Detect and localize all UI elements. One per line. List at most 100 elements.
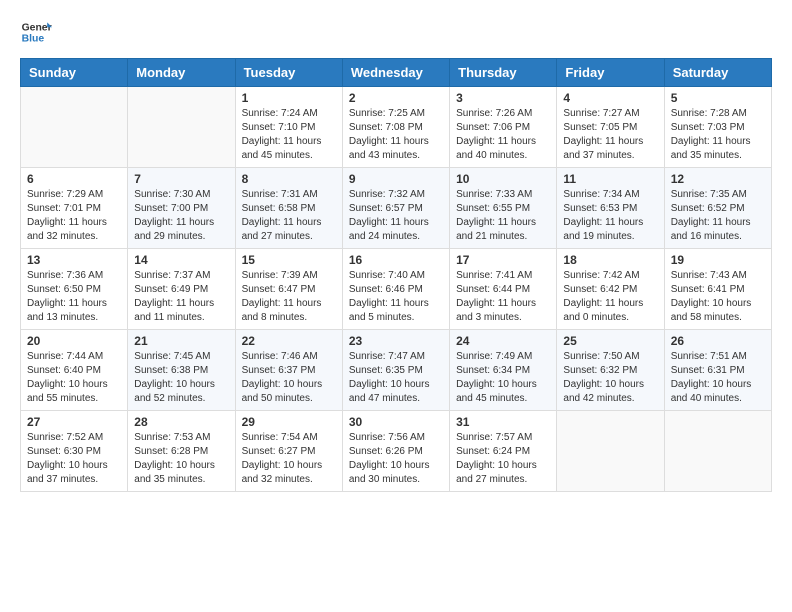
day-number: 15: [242, 253, 336, 267]
day-cell: 20Sunrise: 7:44 AMSunset: 6:40 PMDayligh…: [21, 330, 128, 411]
day-info: Sunrise: 7:40 AMSunset: 6:46 PMDaylight:…: [349, 269, 443, 325]
day-info: Sunrise: 7:28 AMSunset: 7:03 PMDaylight:…: [671, 107, 765, 163]
day-cell: 12 Sunrise: 7:35 AMSunset: 6:52 PMDayligh…: [664, 168, 771, 249]
day-number: 9: [349, 172, 443, 186]
day-info: Sunrise: 7:41 AMSunset: 6:44 PMDaylight:…: [456, 269, 550, 325]
day-number: 29: [242, 415, 336, 429]
day-info: Sunrise: 7:50 AMSunset: 6:32 PMDaylight:…: [563, 350, 657, 406]
day-info: Sunrise: 7:56 AMSunset: 6:26 PMDaylight:…: [349, 431, 443, 487]
day-cell: 2Sunrise: 7:25 AMSunset: 7:08 PMDaylight…: [342, 87, 449, 168]
day-info: Sunrise: 7:34 AMSunset: 6:53 PMDaylight:…: [563, 188, 657, 244]
day-number: 7: [134, 172, 228, 186]
col-header-tuesday: Tuesday: [235, 59, 342, 87]
day-number: 14: [134, 253, 228, 267]
day-number: 8: [242, 172, 336, 186]
day-info: Sunrise: 7:33 AMSunset: 6:55 PMDaylight:…: [456, 188, 550, 244]
week-row-5: 27 Sunrise: 7:52 AMSunset: 6:30 PMDayligh…: [21, 411, 772, 492]
day-number: 28: [134, 415, 228, 429]
day-info: Sunrise: 7:51 AMSunset: 6:31 PMDaylight:…: [671, 350, 765, 406]
day-number: 13: [27, 253, 121, 267]
day-number: 26: [671, 334, 765, 348]
day-info: Sunrise: 7:39 AMSunset: 6:47 PMDaylight:…: [242, 269, 336, 325]
day-number: 27: [27, 415, 121, 429]
day-info: Sunrise: 7:47 AMSunset: 6:35 PMDaylight:…: [349, 350, 443, 406]
calendar: SundayMondayTuesdayWednesdayThursdayFrid…: [20, 58, 772, 492]
day-info: Sunrise: 7:36 AMSunset: 6:50 PMDaylight:…: [27, 269, 121, 325]
day-cell: 24Sunrise: 7:49 AMSunset: 6:34 PMDayligh…: [450, 330, 557, 411]
day-cell: 16 Sunrise: 7:40 AMSunset: 6:46 PMDayligh…: [342, 249, 449, 330]
day-cell: 11 Sunrise: 7:34 AMSunset: 6:53 PMDayligh…: [557, 168, 664, 249]
day-number: 12: [671, 172, 765, 186]
day-number: 31: [456, 415, 550, 429]
day-cell: 14 Sunrise: 7:37 AMSunset: 6:49 PMDayligh…: [128, 249, 235, 330]
day-number: 10: [456, 172, 550, 186]
day-info: Sunrise: 7:52 AMSunset: 6:30 PMDaylight:…: [27, 431, 121, 487]
day-cell: 6Sunrise: 7:29 AMSunset: 7:01 PMDaylight…: [21, 168, 128, 249]
logo: General Blue: [20, 16, 52, 48]
col-header-friday: Friday: [557, 59, 664, 87]
day-number: 23: [349, 334, 443, 348]
day-cell: 17Sunrise: 7:41 AMSunset: 6:44 PMDayligh…: [450, 249, 557, 330]
day-cell: 7 Sunrise: 7:30 AMSunset: 7:00 PMDaylight…: [128, 168, 235, 249]
page: General Blue SundayMondayTuesdayWednesda…: [0, 0, 792, 512]
day-cell: 13 Sunrise: 7:36 AMSunset: 6:50 PMDayligh…: [21, 249, 128, 330]
day-info: Sunrise: 7:43 AMSunset: 6:41 PMDaylight:…: [671, 269, 765, 325]
day-number: 19: [671, 253, 765, 267]
day-info: Sunrise: 7:35 AMSunset: 6:52 PMDaylight:…: [671, 188, 765, 244]
day-info: Sunrise: 7:37 AMSunset: 6:49 PMDaylight:…: [134, 269, 228, 325]
day-info: Sunrise: 7:26 AMSunset: 7:06 PMDaylight:…: [456, 107, 550, 163]
day-number: 22: [242, 334, 336, 348]
day-number: 6: [27, 172, 121, 186]
day-cell: 5 Sunrise: 7:28 AMSunset: 7:03 PMDaylight…: [664, 87, 771, 168]
day-cell: 18 Sunrise: 7:42 AMSunset: 6:42 PMDayligh…: [557, 249, 664, 330]
day-cell: [128, 87, 235, 168]
day-info: Sunrise: 7:32 AMSunset: 6:57 PMDaylight:…: [349, 188, 443, 244]
day-info: Sunrise: 7:57 AMSunset: 6:24 PMDaylight:…: [456, 431, 550, 487]
day-cell: [664, 411, 771, 492]
day-cell: 4 Sunrise: 7:27 AMSunset: 7:05 PMDaylight…: [557, 87, 664, 168]
day-number: 30: [349, 415, 443, 429]
day-cell: 28 Sunrise: 7:53 AMSunset: 6:28 PMDayligh…: [128, 411, 235, 492]
day-info: Sunrise: 7:49 AMSunset: 6:34 PMDaylight:…: [456, 350, 550, 406]
day-cell: [557, 411, 664, 492]
day-info: Sunrise: 7:24 AMSunset: 7:10 PMDaylight:…: [242, 107, 336, 163]
day-cell: [21, 87, 128, 168]
day-info: Sunrise: 7:45 AMSunset: 6:38 PMDaylight:…: [134, 350, 228, 406]
day-number: 20: [27, 334, 121, 348]
week-row-1: 1 Sunrise: 7:24 AMSunset: 7:10 PMDaylight…: [21, 87, 772, 168]
day-number: 25: [563, 334, 657, 348]
day-cell: 1 Sunrise: 7:24 AMSunset: 7:10 PMDaylight…: [235, 87, 342, 168]
day-info: Sunrise: 7:42 AMSunset: 6:42 PMDaylight:…: [563, 269, 657, 325]
day-info: Sunrise: 7:54 AMSunset: 6:27 PMDaylight:…: [242, 431, 336, 487]
week-row-2: 6Sunrise: 7:29 AMSunset: 7:01 PMDaylight…: [21, 168, 772, 249]
day-cell: 31 Sunrise: 7:57 AMSunset: 6:24 PMDayligh…: [450, 411, 557, 492]
day-number: 16: [349, 253, 443, 267]
day-number: 4: [563, 91, 657, 105]
header: General Blue: [20, 16, 772, 48]
logo-icon: General Blue: [20, 16, 52, 48]
day-info: Sunrise: 7:53 AMSunset: 6:28 PMDaylight:…: [134, 431, 228, 487]
day-cell: 3Sunrise: 7:26 AMSunset: 7:06 PMDaylight…: [450, 87, 557, 168]
day-cell: 26 Sunrise: 7:51 AMSunset: 6:31 PMDayligh…: [664, 330, 771, 411]
day-cell: 22 Sunrise: 7:46 AMSunset: 6:37 PMDayligh…: [235, 330, 342, 411]
day-cell: 27 Sunrise: 7:52 AMSunset: 6:30 PMDayligh…: [21, 411, 128, 492]
day-number: 21: [134, 334, 228, 348]
day-number: 5: [671, 91, 765, 105]
day-number: 1: [242, 91, 336, 105]
day-cell: 21 Sunrise: 7:45 AMSunset: 6:38 PMDayligh…: [128, 330, 235, 411]
col-header-thursday: Thursday: [450, 59, 557, 87]
col-header-monday: Monday: [128, 59, 235, 87]
day-info: Sunrise: 7:27 AMSunset: 7:05 PMDaylight:…: [563, 107, 657, 163]
col-header-wednesday: Wednesday: [342, 59, 449, 87]
day-cell: 10 Sunrise: 7:33 AMSunset: 6:55 PMDayligh…: [450, 168, 557, 249]
week-row-3: 13 Sunrise: 7:36 AMSunset: 6:50 PMDayligh…: [21, 249, 772, 330]
day-cell: 30 Sunrise: 7:56 AMSunset: 6:26 PMDayligh…: [342, 411, 449, 492]
day-info: Sunrise: 7:30 AMSunset: 7:00 PMDaylight:…: [134, 188, 228, 244]
day-info: Sunrise: 7:46 AMSunset: 6:37 PMDaylight:…: [242, 350, 336, 406]
day-number: 18: [563, 253, 657, 267]
day-cell: 9 Sunrise: 7:32 AMSunset: 6:57 PMDaylight…: [342, 168, 449, 249]
day-number: 11: [563, 172, 657, 186]
day-cell: 15 Sunrise: 7:39 AMSunset: 6:47 PMDayligh…: [235, 249, 342, 330]
day-cell: 23 Sunrise: 7:47 AMSunset: 6:35 PMDayligh…: [342, 330, 449, 411]
week-row-4: 20Sunrise: 7:44 AMSunset: 6:40 PMDayligh…: [21, 330, 772, 411]
